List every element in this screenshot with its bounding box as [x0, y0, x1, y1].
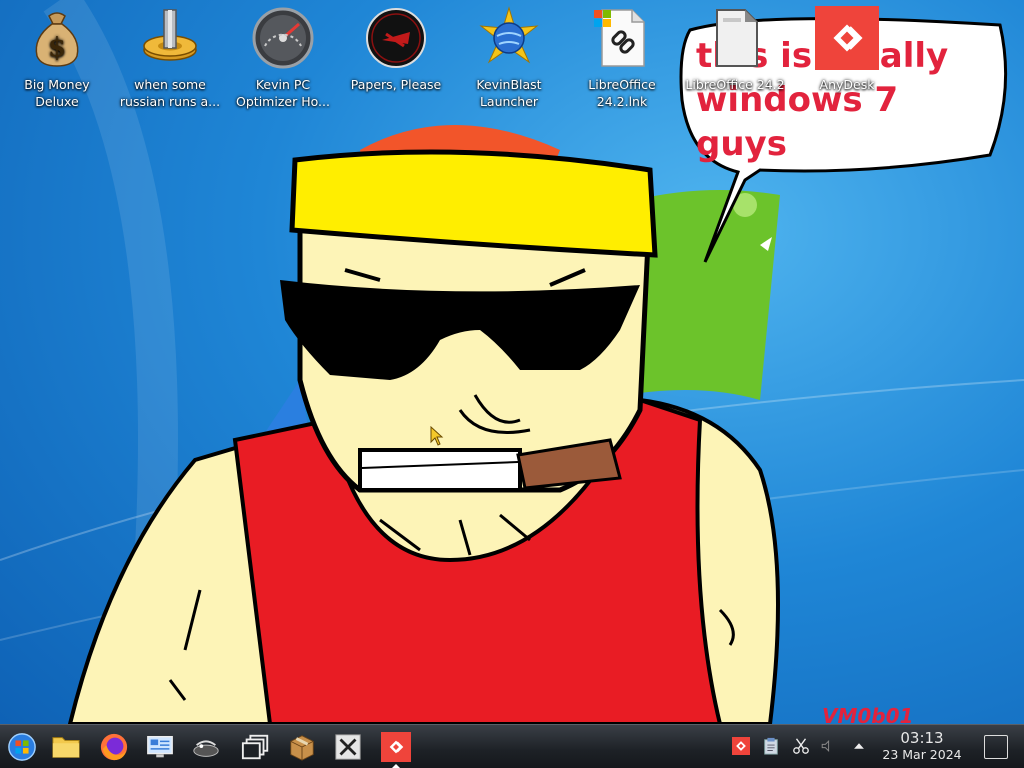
taskbar-anydesk[interactable] [378, 729, 414, 768]
show-desktop-button[interactable] [984, 735, 1008, 759]
desktop-icon-label: Big Money Deluxe [24, 77, 90, 109]
desktop-icon-label: KevinBlast Launcher [476, 77, 542, 109]
taskbar-firefox[interactable] [96, 729, 132, 765]
package-icon [290, 735, 314, 761]
desktop-icon-russian[interactable]: when some russian runs a... [115, 6, 225, 110]
desktop-icon-big-money-deluxe[interactable]: $ Big Money Deluxe [2, 6, 112, 110]
taskbar-task-switcher[interactable] [238, 729, 274, 765]
expand-tray-icon [854, 743, 864, 749]
taskbar-file-manager[interactable] [48, 729, 84, 765]
desktop-icon-label: Papers, Please [350, 77, 442, 92]
firefox-icon [100, 733, 128, 761]
x-icon [335, 734, 361, 760]
desktop-icon-label: LibreOffice 24.2 [685, 77, 785, 92]
desktop-icon-libreoffice-lnk[interactable]: LibreOffice 24.2.lnk [567, 6, 677, 110]
papers-please-icon [366, 8, 426, 68]
speedometer-icon [252, 7, 314, 69]
clipboard-icon [764, 737, 778, 755]
desktop-icon-anydesk[interactable]: AnyDesk [792, 6, 902, 93]
anydesk-tray-icon [732, 737, 750, 755]
tray-expand[interactable] [848, 735, 870, 757]
taskbar-system-monitor[interactable] [142, 729, 178, 765]
desktop-icon-label: Kevin PC Optimizer Ho... [236, 77, 330, 109]
clock-date: 23 Mar 2024 [882, 747, 962, 762]
desktop[interactable]: this is totally windows 7 guys $ Big Mon… [0, 0, 1024, 724]
desktop-icon-papers-please[interactable]: Papers, Please [341, 6, 451, 93]
wine-glass-icon [193, 740, 219, 757]
desktop-icon-label: when some russian runs a... [119, 77, 221, 109]
volume-icon [821, 740, 830, 752]
folder-icon [52, 737, 80, 758]
tray-volume[interactable] [816, 735, 838, 757]
desktop-icon-libreoffice[interactable]: LibreOffice 24.2 [680, 6, 790, 93]
clock[interactable]: 03:13 23 Mar 2024 [872, 730, 972, 763]
libreoffice-icon [716, 9, 758, 67]
money-bag-icon: $ [35, 12, 79, 67]
taskbar-xorg-app[interactable] [330, 729, 366, 765]
clock-time: 03:13 [900, 729, 944, 747]
start-button[interactable] [4, 729, 40, 765]
taskbar-wine[interactable] [188, 729, 224, 765]
svg-text:$: $ [48, 33, 66, 63]
watermark: VM0b01 [822, 704, 914, 724]
taskbar: 03:13 23 Mar 2024 [0, 724, 1024, 768]
windows-stack-icon [241, 734, 269, 760]
tray-anydesk[interactable] [730, 735, 752, 757]
tray-clipboard[interactable] [760, 735, 782, 757]
desktop-icon-label: LibreOffice 24.2.lnk [588, 77, 656, 109]
scissors-icon [793, 738, 809, 754]
desktop-icon-kevinblast-launcher[interactable]: KevinBlast Launcher [454, 6, 564, 110]
shortcut-file-icon [594, 9, 645, 67]
desktop-icon-label: AnyDesk [819, 77, 875, 92]
gear-icon [143, 9, 197, 61]
anydesk-icon [381, 732, 411, 762]
desktop-icon-kevin-pc-optimizer[interactable]: Kevin PC Optimizer Ho... [228, 6, 338, 110]
tray-screenshot[interactable] [790, 735, 812, 757]
mouse-cursor-icon [430, 426, 444, 446]
monitor-icon [147, 735, 173, 758]
taskbar-archive-manager[interactable] [284, 729, 320, 765]
globe-star-icon [479, 6, 539, 64]
anydesk-icon [815, 6, 879, 70]
start-orb-icon [8, 733, 36, 761]
